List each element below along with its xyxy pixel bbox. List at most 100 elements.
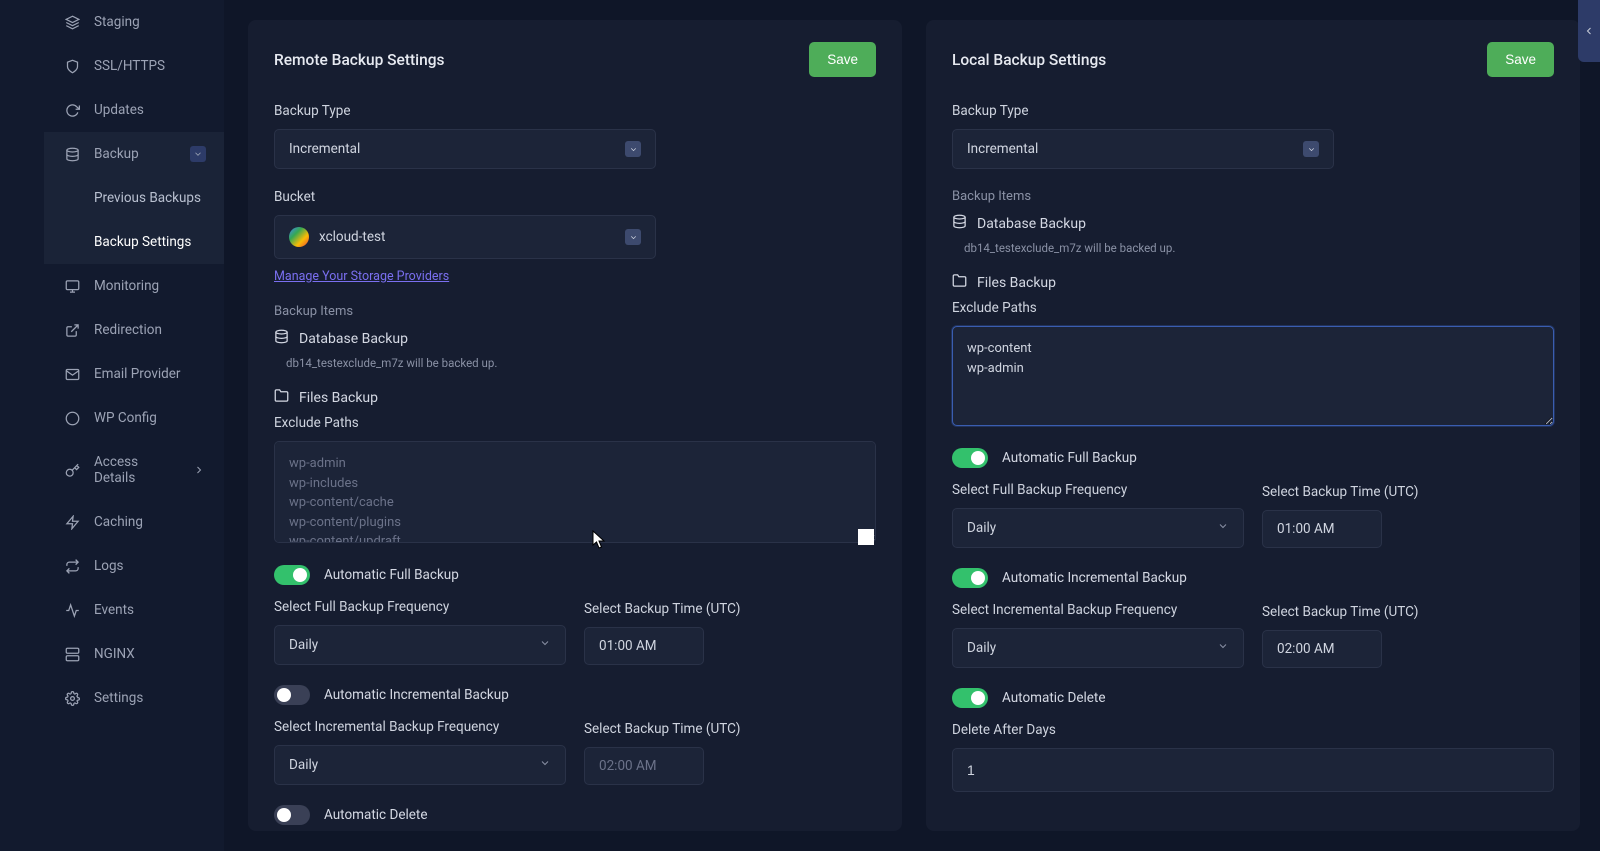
remote-backup-panel: Remote Backup Settings Save Backup Type … bbox=[248, 20, 902, 831]
sidebar-item-logs[interactable]: Logs bbox=[44, 544, 224, 588]
database-icon bbox=[952, 214, 967, 233]
local-auto-delete-toggle[interactable] bbox=[952, 688, 988, 708]
local-backup-panel: Local Backup Settings Save Backup Type I… bbox=[926, 20, 1580, 831]
toggle-label: Automatic Delete bbox=[324, 807, 428, 823]
gear-icon bbox=[64, 690, 80, 706]
wp-icon bbox=[64, 410, 80, 426]
refresh-icon bbox=[64, 102, 80, 118]
sidebar-item-label: Monitoring bbox=[94, 278, 159, 294]
full-freq-label: Select Full Backup Frequency bbox=[274, 599, 566, 615]
sidebar-item-label: Backup bbox=[94, 146, 139, 162]
local-save-button[interactable]: Save bbox=[1487, 42, 1554, 77]
sidebar-item-events[interactable]: Events bbox=[44, 588, 224, 632]
delete-days-input[interactable] bbox=[952, 748, 1554, 792]
local-incr-freq-select[interactable]: Daily bbox=[952, 628, 1244, 668]
remote-save-button[interactable]: Save bbox=[809, 42, 876, 77]
chevron-down-icon bbox=[539, 637, 551, 653]
backup-type-label: Backup Type bbox=[274, 103, 876, 119]
local-db-backup-header: Database Backup bbox=[952, 214, 1554, 233]
remote-full-freq-select[interactable]: Daily bbox=[274, 625, 566, 665]
remote-auto-incr-toggle[interactable] bbox=[274, 685, 310, 705]
remote-db-backup-header: Database Backup bbox=[274, 329, 876, 348]
toggle-label: Automatic Incremental Backup bbox=[324, 687, 509, 703]
remote-auto-delete-toggle[interactable] bbox=[274, 805, 310, 825]
manage-storage-link[interactable]: Manage Your Storage Providers bbox=[274, 269, 449, 284]
full-freq-label: Select Full Backup Frequency bbox=[952, 482, 1244, 498]
chevron-down-icon bbox=[1217, 640, 1229, 656]
local-auto-full-toggle[interactable] bbox=[952, 448, 988, 468]
right-collapse-tab[interactable] bbox=[1578, 0, 1600, 62]
select-value: Incremental bbox=[289, 141, 360, 157]
toggle-label: Automatic Incremental Backup bbox=[1002, 570, 1187, 586]
bucket-value: xcloud-test bbox=[319, 229, 385, 245]
remote-incr-freq-select[interactable]: Daily bbox=[274, 745, 566, 785]
chevron-right-icon bbox=[191, 462, 206, 478]
database-icon bbox=[274, 329, 289, 348]
redirect-icon bbox=[64, 322, 80, 338]
sidebar-item-label: Staging bbox=[94, 14, 140, 30]
select-value: Incremental bbox=[967, 141, 1038, 157]
sidebar-item-backup[interactable]: Backup bbox=[44, 132, 224, 176]
bucket-label: Bucket bbox=[274, 189, 876, 205]
local-full-time-input[interactable]: 01:00 AM bbox=[1262, 510, 1382, 548]
folder-icon bbox=[274, 388, 289, 407]
sidebar-item-access[interactable]: Access Details bbox=[44, 440, 224, 500]
local-auto-incr-toggle[interactable] bbox=[952, 568, 988, 588]
sidebar-item-ssl[interactable]: SSL/HTTPS bbox=[44, 44, 224, 88]
local-backup-type-select[interactable]: Incremental bbox=[952, 129, 1334, 169]
select-value: Daily bbox=[967, 640, 996, 656]
local-exclude-paths-input[interactable] bbox=[952, 326, 1554, 426]
sidebar-item-label: Caching bbox=[94, 514, 143, 530]
select-value: Daily bbox=[289, 757, 318, 773]
sidebar-item-settings[interactable]: Settings bbox=[44, 676, 224, 720]
exclude-paths-label: Exclude Paths bbox=[952, 300, 1554, 316]
sidebar-item-staging[interactable]: Staging bbox=[44, 0, 224, 44]
incr-freq-label: Select Incremental Backup Frequency bbox=[274, 719, 566, 735]
sidebar-item-label: Settings bbox=[94, 690, 143, 706]
server-icon bbox=[64, 646, 80, 662]
sidebar-item-wpconfig[interactable]: WP Config bbox=[44, 396, 224, 440]
toggle-label: Automatic Delete bbox=[1002, 690, 1106, 706]
incr-time-label: Select Backup Time (UTC) bbox=[1262, 604, 1554, 620]
sidebar-item-email[interactable]: Email Provider bbox=[44, 352, 224, 396]
db-backup-text: Database Backup bbox=[977, 216, 1086, 232]
backup-items-label: Backup Items bbox=[952, 189, 1554, 204]
chevron-down-icon bbox=[190, 146, 206, 162]
toggle-label: Automatic Full Backup bbox=[324, 567, 459, 583]
full-time-label: Select Backup Time (UTC) bbox=[1262, 484, 1554, 500]
select-value: Daily bbox=[289, 637, 318, 653]
remote-incr-time-input[interactable]: 02:00 AM bbox=[584, 747, 704, 785]
db-backup-text: Database Backup bbox=[299, 331, 408, 347]
remote-backup-type-select[interactable]: Incremental bbox=[274, 129, 656, 169]
key-icon bbox=[64, 462, 80, 478]
sidebar-item-redirection[interactable]: Redirection bbox=[44, 308, 224, 352]
sidebar-item-caching[interactable]: Caching bbox=[44, 500, 224, 544]
exclude-paths-label: Exclude Paths bbox=[274, 415, 876, 431]
remote-auto-full-toggle[interactable] bbox=[274, 565, 310, 585]
remote-exclude-paths-input[interactable] bbox=[274, 441, 876, 543]
remote-panel-title: Remote Backup Settings bbox=[274, 51, 445, 69]
sidebar-item-label: SSL/HTTPS bbox=[94, 58, 165, 74]
local-incr-time-input[interactable]: 02:00 AM bbox=[1262, 630, 1382, 668]
monitor-icon bbox=[64, 278, 80, 294]
sidebar-item-updates[interactable]: Updates bbox=[44, 88, 224, 132]
bucket-select[interactable]: xcloud-test bbox=[274, 215, 656, 259]
remote-full-time-input[interactable]: 01:00 AM bbox=[584, 627, 704, 665]
sidebar-item-nginx[interactable]: NGINX bbox=[44, 632, 224, 676]
mail-icon bbox=[64, 366, 80, 382]
select-value: Daily bbox=[967, 520, 996, 536]
files-backup-text: Files Backup bbox=[299, 390, 378, 406]
sidebar-item-label: Email Provider bbox=[94, 366, 181, 382]
shield-icon bbox=[64, 58, 80, 74]
local-full-freq-select[interactable]: Daily bbox=[952, 508, 1244, 548]
sidebar-item-label: Redirection bbox=[94, 322, 162, 338]
logs-icon bbox=[64, 558, 80, 574]
sidebar-item-monitoring[interactable]: Monitoring bbox=[44, 264, 224, 308]
database-icon bbox=[64, 146, 80, 162]
sidebar-sub-backup-settings[interactable]: Backup Settings bbox=[44, 220, 224, 264]
sidebar-item-label: NGINX bbox=[94, 646, 135, 662]
sidebar: Staging SSL/HTTPS Updates Backup Previou… bbox=[0, 0, 224, 851]
sidebar-item-label: Events bbox=[94, 602, 134, 618]
files-backup-text: Files Backup bbox=[977, 275, 1056, 291]
sidebar-sub-previous-backups[interactable]: Previous Backups bbox=[44, 176, 224, 220]
